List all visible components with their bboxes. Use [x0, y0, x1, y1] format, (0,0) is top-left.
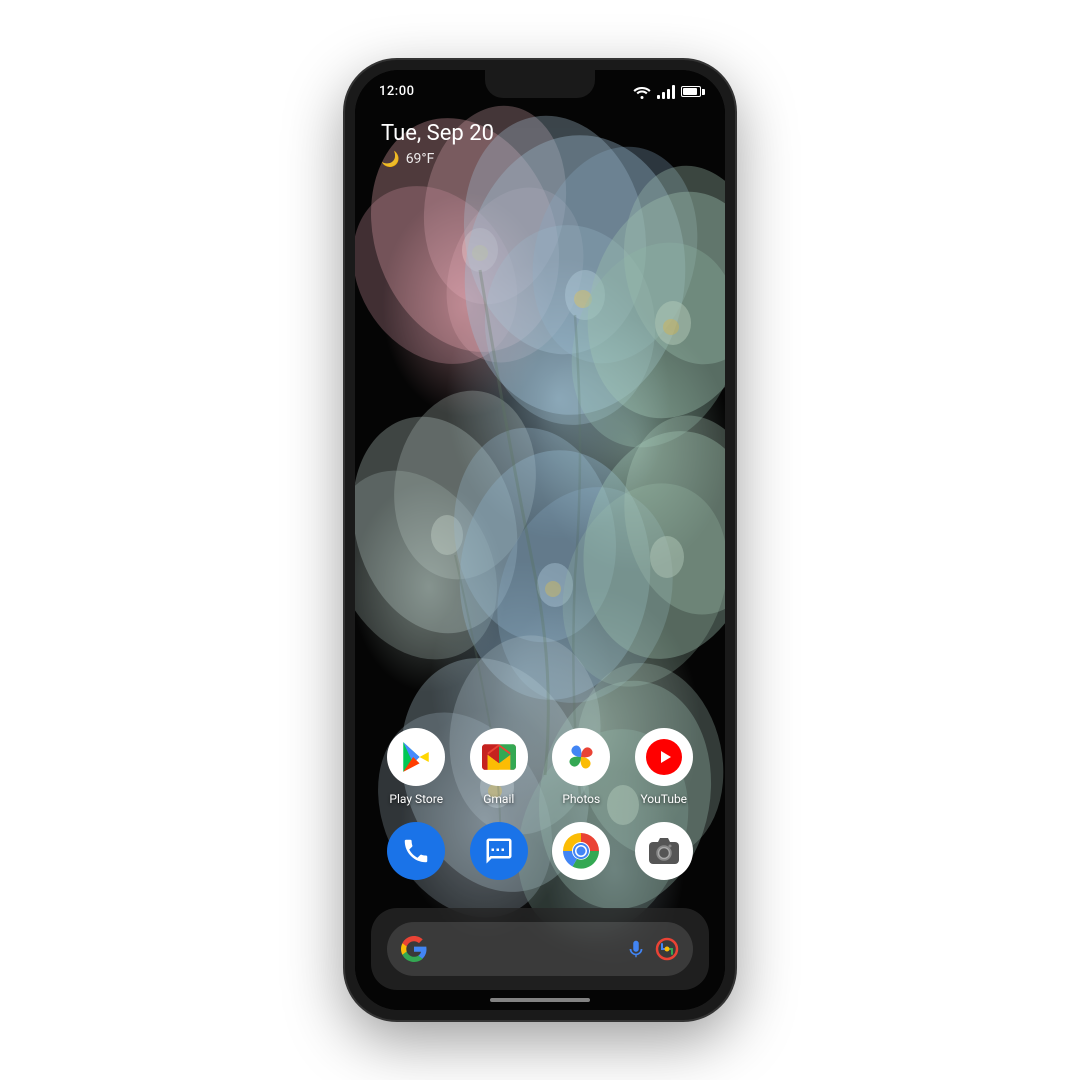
gmail-icon	[470, 728, 528, 786]
youtube-label: YouTube	[640, 792, 687, 806]
app-row-2	[375, 822, 705, 880]
messages-icon	[470, 822, 528, 880]
camera-icon	[635, 822, 693, 880]
app-item-camera[interactable]	[628, 822, 700, 880]
temperature: 69°F	[406, 151, 435, 167]
app-grid: Play Store	[355, 728, 725, 880]
dock	[371, 908, 709, 990]
photos-icon	[552, 728, 610, 786]
app-item-phone[interactable]	[380, 822, 452, 880]
app-item-playstore[interactable]: Play Store	[380, 728, 452, 806]
signal-icon	[657, 85, 675, 99]
search-bar[interactable]	[387, 922, 693, 976]
app-item-messages[interactable]	[463, 822, 535, 880]
date-widget: Tue, Sep 20 🌙 69°F	[355, 105, 725, 176]
app-item-photos[interactable]: Photos	[545, 728, 617, 806]
playstore-icon	[387, 728, 445, 786]
google-logo	[401, 936, 427, 962]
app-item-gmail[interactable]: Gmail	[463, 728, 535, 806]
app-item-chrome[interactable]	[545, 822, 617, 880]
battery-icon	[681, 86, 701, 97]
wifi-icon	[633, 85, 651, 99]
status-icons	[633, 85, 701, 99]
moon-icon: 🌙	[381, 150, 400, 168]
phone-device: 12:00	[345, 60, 735, 1020]
phone-icon	[387, 822, 445, 880]
gmail-label: Gmail	[483, 792, 514, 806]
date-text: Tue, Sep 20	[381, 121, 699, 146]
app-row-1: Play Store	[375, 728, 705, 806]
weather-row: 🌙 69°F	[381, 150, 699, 168]
chrome-icon	[552, 822, 610, 880]
status-time: 12:00	[379, 84, 414, 99]
home-indicator	[490, 998, 590, 1002]
lens-icon[interactable]	[655, 937, 679, 961]
main-content: Play Store	[355, 176, 725, 1010]
notch	[485, 70, 595, 98]
playstore-label: Play Store	[389, 792, 443, 806]
phone-screen: 12:00	[355, 70, 725, 1010]
youtube-icon	[635, 728, 693, 786]
photos-label: Photos	[562, 792, 600, 806]
mic-icon[interactable]	[625, 938, 647, 960]
app-item-youtube[interactable]: YouTube	[628, 728, 700, 806]
